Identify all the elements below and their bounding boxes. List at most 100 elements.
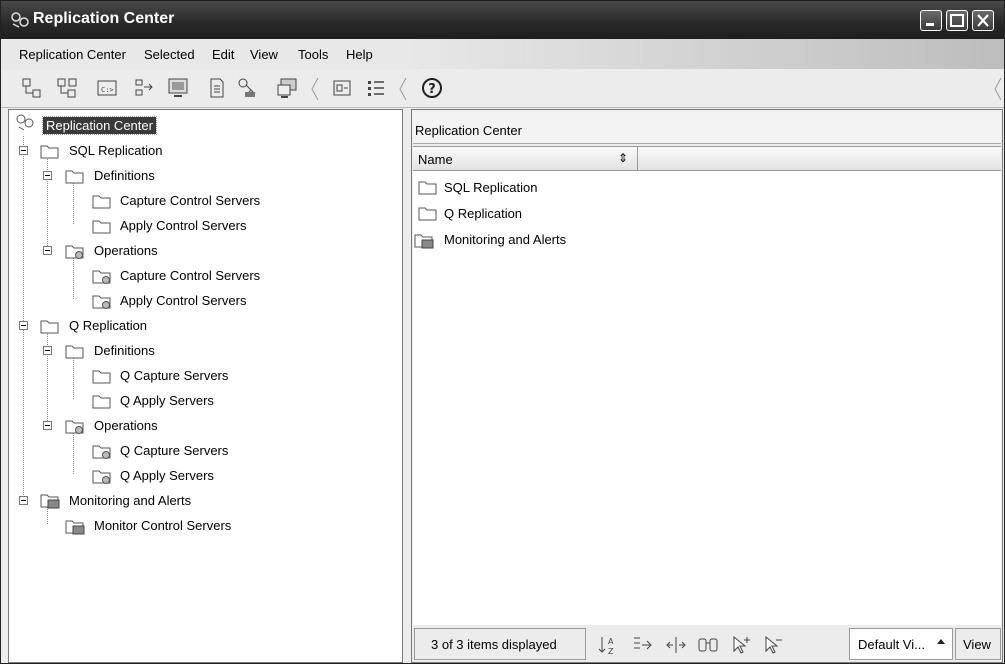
help-icon[interactable]: ? <box>421 77 443 99</box>
column-header-filler <box>638 147 1001 171</box>
svg-text:?: ? <box>428 82 436 97</box>
computer-icon[interactable] <box>276 77 298 99</box>
tree-item-definitions[interactable]: Definitions <box>94 168 155 183</box>
tree-item-q-capture-servers[interactable]: Q Capture Servers <box>120 368 228 383</box>
folder-icon <box>418 207 437 221</box>
minimize-icon <box>926 23 934 26</box>
folder-icon <box>65 345 84 359</box>
window-title: Replication Center <box>33 10 175 27</box>
tree-item-operations[interactable]: Operations <box>94 243 158 258</box>
list-item[interactable]: Q Replication <box>444 206 522 221</box>
replication-center-icon <box>11 12 29 28</box>
select-all-icon[interactable] <box>731 634 753 656</box>
folder-icon <box>418 181 437 195</box>
menu-edit[interactable]: Edit <box>212 47 234 62</box>
view-select[interactable]: Default Vi... <box>849 628 953 660</box>
sort-az-icon[interactable]: AZ <box>598 634 620 656</box>
menu-bar: Replication Center Selected Edit View To… <box>1 39 1004 70</box>
view-button[interactable]: View <box>955 628 1001 660</box>
details-icon[interactable] <box>365 77 387 99</box>
column-header-label: Name <box>418 152 453 167</box>
tree-item-replication-center[interactable]: Replication Center <box>42 116 157 135</box>
monitoring-folder-icon <box>40 494 60 509</box>
find-icon[interactable] <box>697 634 719 656</box>
tree-item-definitions[interactable]: Definitions <box>94 343 155 358</box>
collapse-toggle[interactable] <box>43 346 52 355</box>
contents-pane-title: Replication Center <box>415 123 522 138</box>
document-icon[interactable] <box>206 77 228 99</box>
tree-item-q-apply-servers[interactable]: Q Apply Servers <box>120 393 214 408</box>
collapse-toggle[interactable] <box>43 246 52 255</box>
close-icon <box>977 14 989 27</box>
tree-guide <box>47 507 48 524</box>
contents-pane: Replication Center Name ⇕ SQL Replicatio… <box>411 109 1003 663</box>
tree-guide <box>73 182 74 224</box>
view-button-label: View <box>963 637 991 652</box>
tree-item-capture-control-servers[interactable]: Capture Control Servers <box>120 193 260 208</box>
column-header-name[interactable]: Name ⇕ <box>413 147 638 171</box>
view-select-value: Default Vi... <box>858 637 925 652</box>
operations-folder-icon <box>65 420 84 434</box>
svg-text:Z: Z <box>608 647 614 656</box>
monitoring-folder-icon <box>65 520 85 535</box>
tree-item-q-replication[interactable]: Q Replication <box>69 318 147 333</box>
tree-guide <box>23 136 24 501</box>
operations-folder-icon <box>92 295 111 309</box>
collapse-toggle[interactable] <box>19 496 28 505</box>
menu-tools[interactable]: Tools <box>298 47 328 62</box>
toolbar-separator <box>311 77 319 101</box>
monitoring-folder-icon <box>414 234 434 249</box>
chevron-up-icon <box>937 639 945 644</box>
tree-item-monitor-control-servers[interactable]: Monitor Control Servers <box>94 518 231 533</box>
status-bar: 3 of 3 items displayed AZ Default Vi... … <box>413 626 1001 662</box>
tree-item-sql-replication[interactable]: SQL Replication <box>69 143 162 158</box>
title-bar: Replication Center <box>1 1 1004 39</box>
list-item[interactable]: Monitoring and Alerts <box>444 232 566 247</box>
toolbar-separator <box>994 77 1002 101</box>
folder-icon <box>40 320 59 334</box>
tree-item-monitoring-and-alerts[interactable]: Monitoring and Alerts <box>69 493 191 508</box>
collapse-toggle[interactable] <box>43 421 52 430</box>
menu-replication-center[interactable]: Replication Center <box>19 47 126 62</box>
minimize-button[interactable] <box>920 10 942 31</box>
tree-item-apply-control-servers[interactable]: Apply Control Servers <box>120 293 246 308</box>
folder-icon <box>92 195 111 209</box>
command-icon[interactable]: C:> <box>96 77 118 99</box>
key-icon[interactable] <box>237 77 259 99</box>
tree-item-q-apply-servers[interactable]: Q Apply Servers <box>120 468 214 483</box>
maximize-button[interactable] <box>946 10 968 31</box>
tree-item-operations[interactable]: Operations <box>94 418 158 433</box>
filter-rows-icon[interactable] <box>631 634 653 656</box>
collapse-toggle[interactable] <box>43 171 52 180</box>
object-tree: Replication Center SQL Replication Defin… <box>8 109 403 663</box>
tree-guide <box>73 357 74 399</box>
close-button[interactable] <box>972 10 994 31</box>
connect-icon[interactable] <box>134 77 156 99</box>
operations-folder-icon <box>92 445 111 459</box>
tree-icon[interactable] <box>21 77 43 99</box>
contents-pane-header: Replication Center <box>413 111 1001 144</box>
list-item[interactable]: SQL Replication <box>444 180 537 195</box>
toolbar: C:> ? <box>1 69 1004 108</box>
deselect-all-icon[interactable] <box>763 634 785 656</box>
tree-item-apply-control-servers[interactable]: Apply Control Servers <box>120 218 246 233</box>
tree-item-capture-control-servers[interactable]: Capture Control Servers <box>120 268 260 283</box>
menu-selected[interactable]: Selected <box>144 47 195 62</box>
collapse-toggle[interactable] <box>19 146 28 155</box>
monitor-icon[interactable] <box>167 77 189 99</box>
item-count: 3 of 3 items displayed <box>414 628 586 660</box>
svg-text:A: A <box>608 637 614 646</box>
menu-view[interactable]: View <box>250 47 278 62</box>
tree-guide <box>73 432 74 474</box>
tree-item-q-capture-servers[interactable]: Q Capture Servers <box>120 443 228 458</box>
tree-alt-icon[interactable] <box>56 77 78 99</box>
sort-icon: ⇕ <box>618 151 629 165</box>
folder-icon <box>65 170 84 184</box>
filter-icon[interactable] <box>331 77 353 99</box>
replication-center-window: Replication Center Replication Center Se… <box>0 0 1005 664</box>
item-count-text: 3 of 3 items displayed <box>431 637 557 652</box>
collapse-toggle[interactable] <box>19 321 28 330</box>
columns-icon[interactable] <box>665 634 687 656</box>
replication-center-icon <box>16 114 34 131</box>
menu-help[interactable]: Help <box>346 47 373 62</box>
